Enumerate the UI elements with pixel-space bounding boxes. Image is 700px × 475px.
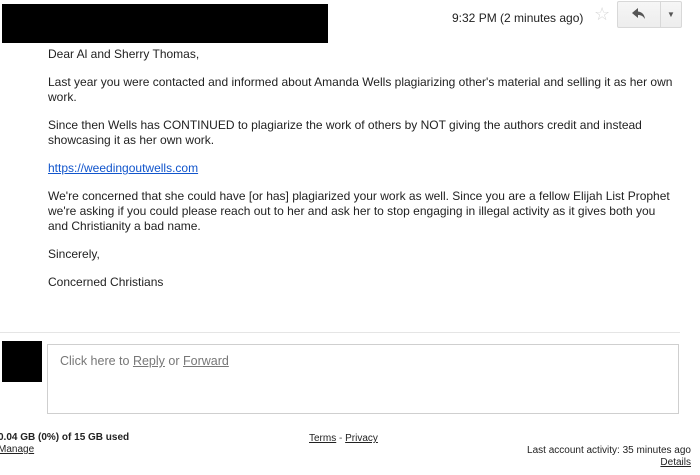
star-icon[interactable]: ☆ [594,5,610,23]
closing: Sincerely, [48,247,100,261]
reply-button-group: ▼ [617,1,682,28]
privacy-link[interactable]: Privacy [345,433,378,444]
website-link[interactable]: https://weedingoutwells.com [48,161,198,175]
reply-arrow-icon [632,6,646,23]
reply-box-or: or [164,354,183,368]
redacted-sender-block [2,4,328,43]
caret-down-icon: ▼ [667,10,675,19]
last-activity-text: Last account activity: 35 minutes ago [527,445,691,456]
terms-link[interactable]: Terms [309,433,336,444]
storage-info: 0.04 GB (0%) of 15 GB used Manage [0,432,129,456]
footer-links: Terms - Privacy [309,433,378,444]
reply-box[interactable]: Click here to Reply or Forward [47,344,679,414]
reply-box-prefix: Click here to [60,354,133,368]
paragraph-1: Last year you were contacted and informe… [48,75,673,104]
footer-separator: - [336,433,346,444]
details-link[interactable]: Details [660,457,691,468]
storage-used: 0.04 GB (0%) of 15 GB used [0,432,130,443]
message-timestamp: 9:32 PM (2 minutes ago) [452,11,584,25]
divider [0,332,680,333]
account-activity: Last account activity: 35 minutes ago De… [527,445,691,469]
greeting: Dear Al and Sherry Thomas, [48,47,200,61]
message-body: Dear Al and Sherry Thomas, Last year you… [48,47,678,303]
signature: Concerned Christians [48,275,164,289]
forward-link[interactable]: Forward [183,354,229,368]
manage-link[interactable]: Manage [0,444,34,455]
reply-button[interactable] [617,1,661,28]
more-options-button[interactable]: ▼ [661,1,682,28]
avatar [2,341,42,382]
paragraph-3: We're concerned that she could have [or … [48,189,670,233]
reply-link[interactable]: Reply [133,354,165,368]
paragraph-2: Since then Wells has CONTINUED to plagia… [48,118,642,147]
